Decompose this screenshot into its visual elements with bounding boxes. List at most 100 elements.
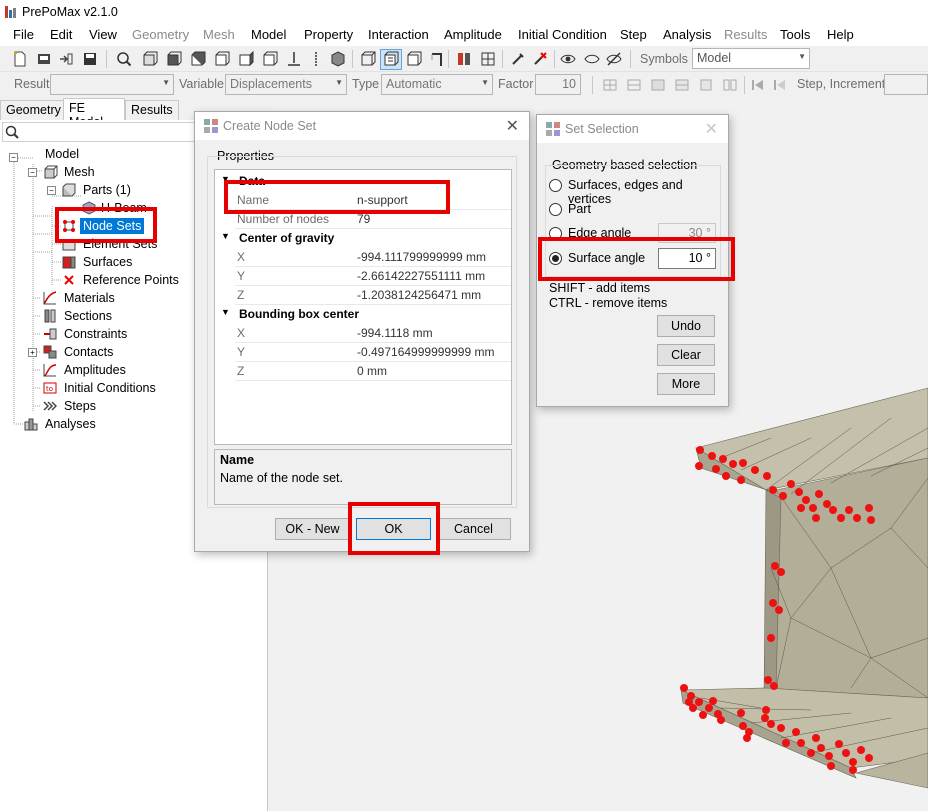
shaded-view-icon[interactable] xyxy=(330,51,346,67)
tree-item-analyses[interactable]: Analyses xyxy=(45,417,96,431)
view-left-icon[interactable] xyxy=(238,51,254,67)
menu-property[interactable]: Property xyxy=(304,27,353,42)
menu-step[interactable]: Step xyxy=(620,27,647,42)
menu-edit[interactable]: Edit xyxy=(50,27,72,42)
tree-item-amplitudes[interactable]: Amplitudes xyxy=(64,363,126,377)
first-increment-icon[interactable] xyxy=(750,77,766,93)
dropdown-arrow-icon: ▼ xyxy=(481,78,489,87)
row-cog-y[interactable]: Y -2.66142227551111 mm xyxy=(215,267,511,286)
collapse-toggle[interactable]: − xyxy=(28,168,37,177)
grid-toggle-icon[interactable] xyxy=(480,51,496,67)
new-file-icon[interactable] xyxy=(12,51,28,67)
expand-toggle[interactable]: + xyxy=(28,348,37,357)
collapse-toggle[interactable]: − xyxy=(9,153,18,162)
view-bottom-icon[interactable] xyxy=(214,51,230,67)
vertical-axis-icon[interactable] xyxy=(308,51,324,67)
section-view-icon[interactable] xyxy=(406,51,422,67)
view-iso-icon[interactable] xyxy=(286,51,302,67)
gradient-icon[interactable] xyxy=(674,77,690,93)
import-icon[interactable] xyxy=(58,51,74,67)
menu-model[interactable]: Model xyxy=(251,27,286,42)
bbox-y-value: -0.497164999999999 mm xyxy=(357,345,495,359)
sections-icon xyxy=(44,309,56,323)
row-cog-z[interactable]: Z -1.2038124256471 mm xyxy=(215,286,511,305)
menu-mesh[interactable]: Mesh xyxy=(203,27,235,42)
tree-item-mesh[interactable]: Mesh xyxy=(64,165,95,179)
collapse-chevron-icon: ▼ xyxy=(221,307,230,317)
type-combo[interactable]: Automatic ▼ xyxy=(381,74,493,95)
radio-surfaces-edges-vertices[interactable] xyxy=(549,179,562,192)
pick-remove-icon[interactable] xyxy=(532,51,548,67)
clear-button[interactable]: Clear xyxy=(657,344,715,366)
view-top-icon[interactable] xyxy=(190,51,206,67)
hide-eye-icon[interactable] xyxy=(584,51,600,67)
category-center-of-gravity[interactable]: ▼ Center of gravity xyxy=(215,229,511,248)
ok-new-button[interactable]: OK - New xyxy=(275,518,350,540)
tree-item-initial-conditions[interactable]: Initial Conditions xyxy=(64,381,156,395)
show-eye-icon[interactable] xyxy=(560,51,576,67)
menu-tools[interactable]: Tools xyxy=(780,27,810,42)
tree-item-materials[interactable]: Materials xyxy=(64,291,115,305)
factor-input[interactable]: 10 xyxy=(535,74,581,95)
variable-combo[interactable]: Displacements ▼ xyxy=(225,74,347,95)
menu-amplitude[interactable]: Amplitude xyxy=(444,27,502,42)
menu-view[interactable]: View xyxy=(89,27,117,42)
tab-results[interactable]: Results xyxy=(125,100,179,120)
pick-icon[interactable] xyxy=(510,51,526,67)
highlight-ok-button xyxy=(348,502,440,555)
view-front-icon[interactable] xyxy=(142,51,158,67)
collapse-toggle[interactable]: − xyxy=(47,186,56,195)
shaded-edges-icon[interactable] xyxy=(383,51,399,67)
menu-file[interactable]: File xyxy=(13,27,34,42)
step-increment-label: Step, Increment xyxy=(797,77,886,91)
row-bbox-y[interactable]: Y -0.497164999999999 mm xyxy=(215,343,511,362)
close-icon[interactable]: ✕ xyxy=(506,116,519,136)
menu-geometry[interactable]: Geometry xyxy=(132,27,189,42)
symbols-combo[interactable]: Model ▼ xyxy=(692,48,810,69)
menu-help[interactable]: Help xyxy=(827,27,854,42)
transparent-icon[interactable] xyxy=(428,51,444,67)
previous-increment-icon[interactable] xyxy=(772,77,788,93)
tree-item-model[interactable]: Model xyxy=(45,147,79,161)
constraints-icon xyxy=(44,328,57,340)
tree-item-constraints[interactable]: Constraints xyxy=(64,327,127,341)
color-contours-icon[interactable] xyxy=(650,77,666,93)
tree-search-input[interactable] xyxy=(2,122,202,142)
deformed-icon[interactable] xyxy=(626,77,642,93)
row-bbox-x[interactable]: X -994.1118 mm xyxy=(215,324,511,343)
tree-item-sections[interactable]: Sections xyxy=(64,309,112,323)
tree-item-reference-points[interactable]: Reference Points xyxy=(83,273,179,287)
more-button[interactable]: More xyxy=(657,373,715,395)
category-bounding-box-center[interactable]: ▼ Bounding box center xyxy=(215,305,511,324)
view-right-icon[interactable] xyxy=(262,51,278,67)
menu-initial-condition[interactable]: Initial Condition xyxy=(518,27,607,42)
tree-item-parts[interactable]: Parts (1) xyxy=(83,183,131,197)
tree-item-steps[interactable]: Steps xyxy=(64,399,96,413)
step-increment-combo[interactable] xyxy=(884,74,928,95)
undo-button[interactable]: Undo xyxy=(657,315,715,337)
radio-part[interactable] xyxy=(549,203,562,216)
result-combo[interactable]: ▼ xyxy=(50,74,174,95)
hide-others-icon[interactable] xyxy=(606,51,622,67)
parts-icon xyxy=(62,183,76,197)
close-icon[interactable]: ✕ xyxy=(705,119,718,139)
save-icon[interactable] xyxy=(82,51,98,67)
compare-icon[interactable] xyxy=(722,77,738,93)
menu-analysis[interactable]: Analysis xyxy=(663,27,711,42)
open-icon[interactable] xyxy=(36,51,52,67)
mirror-icon[interactable] xyxy=(456,51,472,67)
undeformed-icon[interactable] xyxy=(602,77,618,93)
row-cog-x[interactable]: X -994.111799999999 mm xyxy=(215,248,511,267)
tab-fe-model[interactable]: FE Model xyxy=(63,98,125,129)
menu-interaction[interactable]: Interaction xyxy=(368,27,429,42)
view-back-icon[interactable] xyxy=(166,51,182,67)
tree-item-surfaces[interactable]: Surfaces xyxy=(83,255,132,269)
layers-icon[interactable] xyxy=(698,77,714,93)
tree-item-contacts[interactable]: Contacts xyxy=(64,345,113,359)
row-bbox-z[interactable]: Z 0 mm xyxy=(215,362,511,381)
menu-results[interactable]: Results xyxy=(724,27,767,42)
wireframe-icon[interactable] xyxy=(360,51,376,67)
zoom-icon[interactable] xyxy=(116,51,132,67)
tab-geometry[interactable]: Geometry xyxy=(0,100,67,120)
cancel-button[interactable]: Cancel xyxy=(436,518,511,540)
